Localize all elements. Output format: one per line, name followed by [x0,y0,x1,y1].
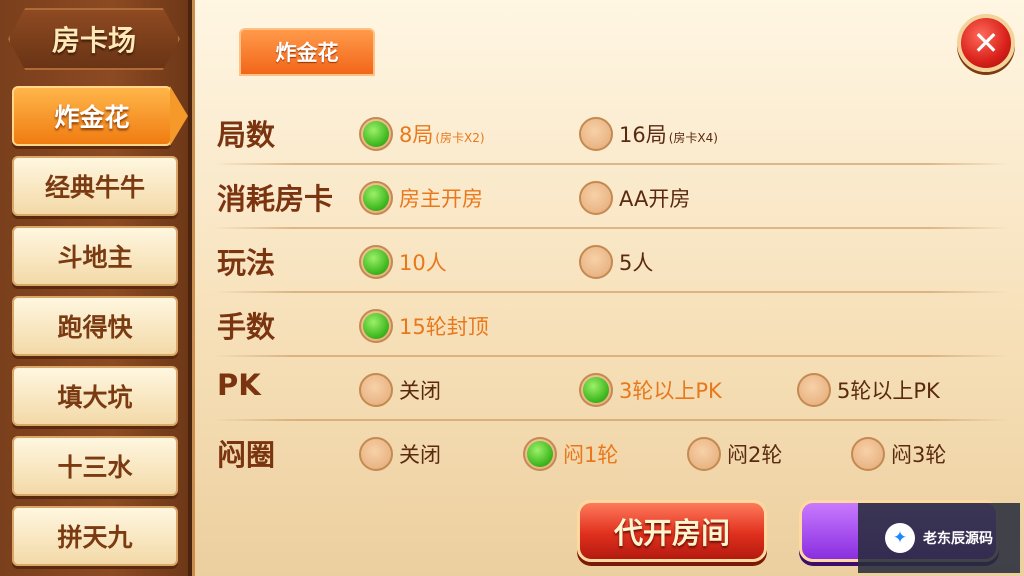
sidebar-item-doudizhu[interactable]: 斗地主 [12,226,178,286]
pk-label: PK [217,368,261,402]
radio-unselected-icon [579,245,613,279]
radio-unselected-icon [359,437,393,471]
close-icon: ✕ [972,24,1000,62]
play-mode-label: 玩法 [217,246,276,280]
sidebar-title: 房卡场 [8,8,180,70]
option-pk-off[interactable]: 关闭 [359,372,441,408]
close-button[interactable]: ✕ [957,14,1015,72]
option-blind-3-rounds[interactable]: 闷3轮 [851,436,946,472]
sidebar-item-pintianjiu[interactable]: 拼天九 [12,506,178,566]
option-blind-off[interactable]: 关闭 [359,436,441,472]
radio-unselected-icon [797,373,831,407]
sidebar-item-label: 拼天九 [57,523,133,552]
watermark-badge: ✦ 老东辰源码 [858,503,1020,573]
option-15-round-cap[interactable]: 15轮封顶 [359,308,489,344]
sidebar-item-label: 炸金花 [54,103,130,132]
radio-selected-icon [359,245,393,279]
tab-zhajinhua[interactable]: 炸金花 [239,28,375,76]
radio-selected-icon [579,373,613,407]
option-5-players[interactable]: 5人 [579,244,653,280]
option-10-players[interactable]: 10人 [359,244,447,280]
proxy-open-room-button[interactable]: 代开房间 [577,500,767,562]
row-divider [213,355,1009,357]
sidebar-item-jingdian-niuniu[interactable]: 经典牛牛 [12,156,178,216]
option-pk-3-rounds[interactable]: 3轮以上PK [579,372,722,408]
radio-selected-icon [359,117,393,151]
option-blind-2-rounds[interactable]: 闷2轮 [687,436,782,472]
radio-selected-icon [523,437,557,471]
blind-rounds-label: 闷圈 [217,438,276,472]
sidebar-item-shisanshui[interactable]: 十三水 [12,436,178,496]
watermark-text: 老东辰源码 [923,531,993,547]
hands-label: 手数 [217,310,276,344]
sidebar-item-tiandakeng[interactable]: 填大坑 [12,366,178,426]
rounds-label: 局数 [217,118,276,152]
radio-selected-icon [359,309,393,343]
card-cost-label: 消耗房卡 [217,182,334,216]
row-divider [213,291,1009,293]
option-blind-1-round[interactable]: 闷1轮 [523,436,618,472]
option-8-rounds[interactable]: 8局 (房卡X2) [359,116,485,152]
sidebar-item-label: 跑得快 [57,313,133,342]
create-room-panel: 炸金花 ✕ 局数 8局 (房卡X2) 16局 (房卡X4) 消耗房卡 房主开房 AA… [192,0,1024,576]
sidebar-item-label: 经典牛牛 [44,173,145,202]
sidebar-item-label: 填大坑 [57,383,133,412]
radio-unselected-icon [579,181,613,215]
option-host-pays[interactable]: 房主开房 [359,180,483,216]
active-tab-arrow-icon [170,86,188,146]
sidebar-item-label: 十三水 [57,453,133,482]
sidebar-item-zhajinhua[interactable]: 炸金花 [12,86,172,146]
radio-unselected-icon [359,373,393,407]
sidebar-item-label: 斗地主 [57,243,133,272]
diamond-logo-icon: ✦ [885,523,915,553]
option-16-rounds[interactable]: 16局 (房卡X4) [579,116,718,152]
radio-unselected-icon [579,117,613,151]
sidebar-item-paodekuai[interactable]: 跑得快 [12,296,178,356]
option-aa-pays[interactable]: AA开房 [579,180,690,216]
row-divider [213,419,1009,421]
row-divider [213,163,1009,165]
room-card-sidebar: 房卡场 炸金花 经典牛牛 斗地主 跑得快 填大坑 十三水 拼天九 [0,0,192,576]
row-divider [213,227,1009,229]
radio-selected-icon [359,181,393,215]
radio-unselected-icon [851,437,885,471]
radio-unselected-icon [687,437,721,471]
option-pk-5-rounds[interactable]: 5轮以上PK [797,372,940,408]
